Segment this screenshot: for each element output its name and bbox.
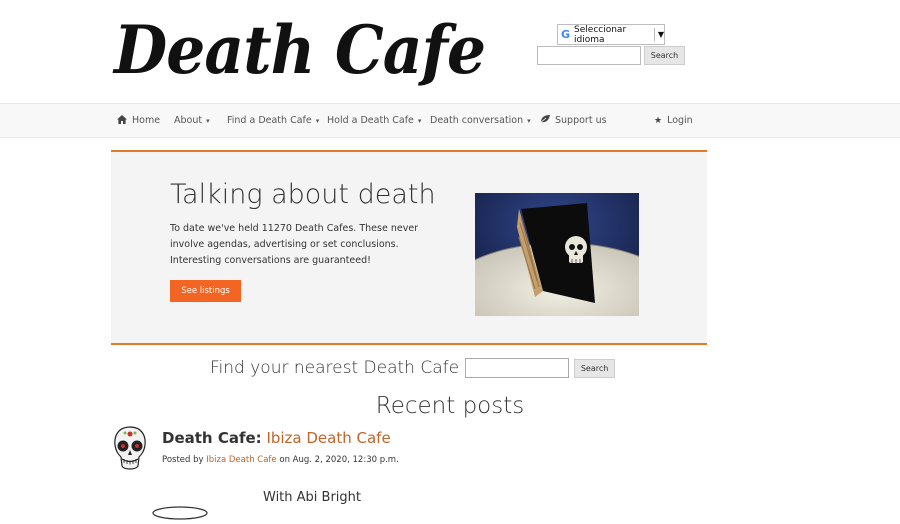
- nav-death-conversation[interactable]: Death conversation ▾: [430, 104, 531, 137]
- language-select-label: Seleccionar idioma: [574, 24, 627, 45]
- hero-text: To date we've held 11270 Death Cafes. Th…: [170, 223, 419, 266]
- post-author-link[interactable]: Ibiza Death Cafe: [206, 455, 276, 465]
- main-navbar: Home About ▾ Find a Death Cafe ▾ Hold a …: [0, 103, 900, 138]
- nav-find-death-cafe[interactable]: Find a Death Cafe ▾: [227, 104, 319, 137]
- language-select[interactable]: G Seleccionar idioma ▼: [557, 24, 665, 45]
- posted-by-label: Posted by: [162, 455, 204, 465]
- header-search-button[interactable]: Search: [644, 46, 685, 65]
- site-logo[interactable]: Death Cafe: [114, 8, 486, 92]
- hero-section: Talking about death To date we've held 1…: [111, 150, 707, 345]
- see-listings-button[interactable]: See listings: [170, 280, 241, 302]
- find-cafe-input[interactable]: [465, 358, 570, 378]
- language-select-divider: [653, 28, 655, 41]
- post-title-link[interactable]: Ibiza Death Cafe: [266, 429, 390, 447]
- post-thumbnail: [150, 500, 210, 520]
- post-meta: Posted by Ibiza Death Cafe on Aug. 2, 20…: [162, 455, 399, 465]
- chevron-down-icon: ▼: [657, 30, 664, 39]
- find-cafe-form: Find your nearest Death Cafe Search: [210, 357, 616, 379]
- caret-down-icon: ▾: [417, 116, 422, 125]
- nav-hold-death-cafe[interactable]: Hold a Death Cafe ▾: [327, 104, 421, 137]
- post-subtitle: With Abi Bright: [263, 490, 362, 505]
- nav-support-us[interactable]: Support us: [539, 104, 607, 137]
- google-icon: G: [561, 28, 571, 41]
- nav-conversation-label: Death conversation: [430, 115, 524, 126]
- nav-about-label: About: [174, 115, 203, 126]
- nav-find-label: Find a Death Cafe: [227, 115, 312, 126]
- recent-posts-heading: Recent posts: [375, 393, 525, 419]
- nav-about[interactable]: About ▾: [174, 104, 210, 137]
- find-cafe-search-button[interactable]: Search: [574, 358, 616, 378]
- nav-support-label: Support us: [555, 115, 607, 126]
- caret-down-icon: ▾: [206, 116, 210, 125]
- nav-hold-label: Hold a Death Cafe: [327, 115, 414, 126]
- post-title: Death Cafe: Ibiza Death Cafe: [162, 429, 391, 447]
- nav-home[interactable]: Home: [117, 104, 160, 137]
- header-search-input[interactable]: [537, 46, 641, 65]
- leaf-icon: [539, 115, 550, 126]
- author-avatar[interactable]: [113, 426, 147, 472]
- nav-login-label: Login: [667, 115, 693, 126]
- caret-down-icon: ▾: [527, 116, 531, 125]
- hero-image: [475, 193, 639, 316]
- nav-home-label: Home: [132, 115, 161, 126]
- hero-title: Talking about death: [170, 179, 436, 210]
- post-date: on Aug. 2, 2020, 12:30 p.m.: [279, 455, 399, 465]
- home-icon: [117, 114, 127, 127]
- nav-login[interactable]: ★ Login: [654, 104, 693, 137]
- star-icon: ★: [654, 115, 663, 126]
- post-title-prefix: Death Cafe:: [162, 429, 262, 447]
- caret-down-icon: ▾: [315, 116, 320, 125]
- find-cafe-label: Find your nearest Death Cafe: [210, 358, 460, 378]
